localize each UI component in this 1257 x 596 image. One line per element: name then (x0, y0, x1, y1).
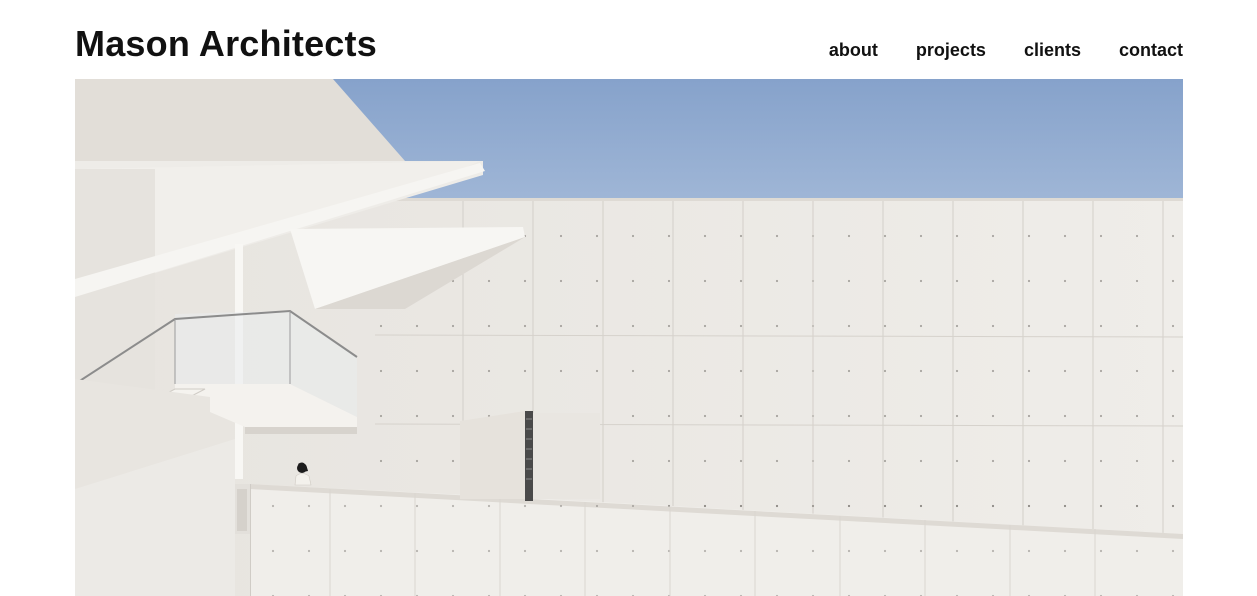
nav-about[interactable]: about (829, 38, 878, 62)
hero-illustration (75, 79, 1183, 596)
site-title[interactable]: Mason Architects (75, 22, 377, 66)
main-nav: about projects clients contact (829, 38, 1183, 62)
nav-projects[interactable]: projects (916, 38, 986, 62)
site-header: Mason Architects about projects clients … (75, 0, 1183, 79)
doorway (460, 411, 525, 499)
nav-clients[interactable]: clients (1024, 38, 1081, 62)
nav-contact[interactable]: contact (1119, 38, 1183, 62)
hero-image (75, 79, 1183, 596)
